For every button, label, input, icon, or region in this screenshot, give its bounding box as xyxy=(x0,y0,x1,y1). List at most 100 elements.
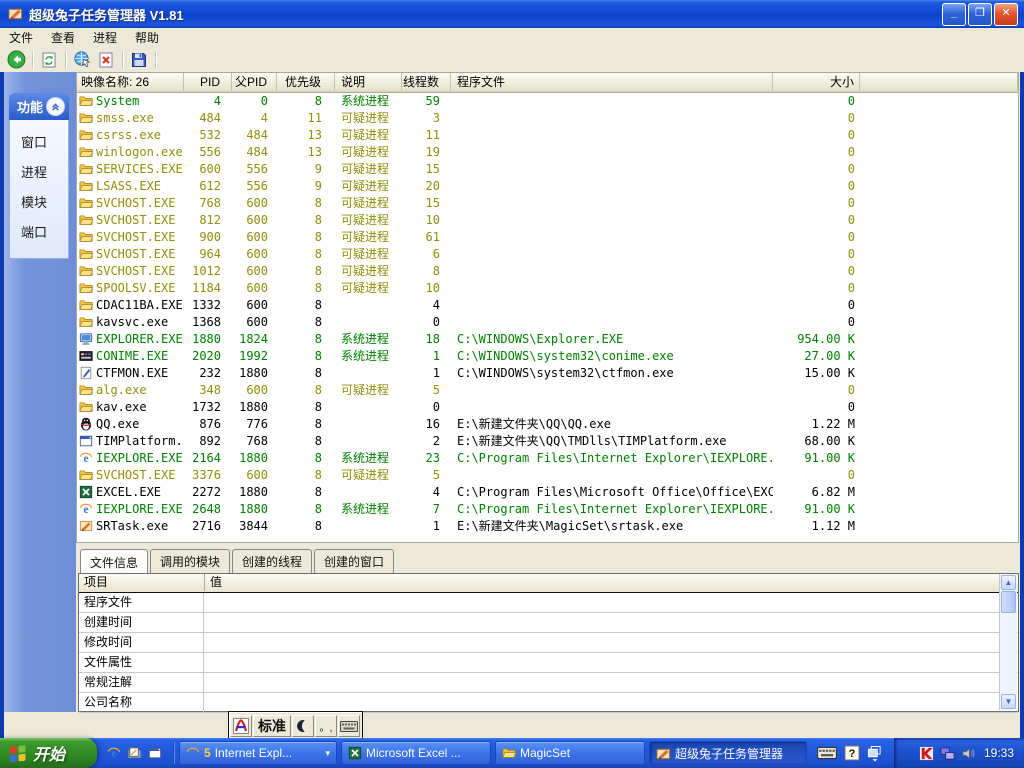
sidebar-item-module[interactable]: 模块 xyxy=(10,188,68,218)
table-row[interactable]: QQ.exe876776816E:\新建文件夹\QQ\QQ.exe1.22 M xyxy=(77,416,1018,433)
column-header-7[interactable]: 大小 xyxy=(773,73,860,91)
column-header-3[interactable]: 优先级 xyxy=(277,73,335,91)
tab-file-info[interactable]: 文件信息 xyxy=(80,549,148,574)
ime-logo-icon[interactable] xyxy=(230,715,252,737)
process-desc: 可疑进程 xyxy=(335,212,402,229)
tray-volume-icon[interactable] xyxy=(961,746,976,761)
tab-threads[interactable]: 创建的线程 xyxy=(232,549,312,573)
chevron-up-icon[interactable] xyxy=(46,97,65,116)
table-row[interactable]: SRTask.exe2716384481E:\新建文件夹\MagicSet\sr… xyxy=(77,518,1018,535)
process-name-cell: eIEXPLORE.EXE xyxy=(77,450,184,467)
back-button[interactable] xyxy=(4,49,28,71)
tab-modules[interactable]: 调用的模块 xyxy=(150,549,230,573)
table-row[interactable]: csrss.exe53248413可疑进程110 xyxy=(77,127,1018,144)
table-row[interactable]: SERVICES.EXE6005569可疑进程150 xyxy=(77,161,1018,178)
refresh-button[interactable] xyxy=(37,49,61,71)
table-row[interactable]: kavsvc.exe1368600800 xyxy=(77,314,1018,331)
menu-file[interactable]: 文件 xyxy=(0,27,42,48)
table-row[interactable]: TIMPlatform...89276882E:\新建文件夹\QQ\TMDlls… xyxy=(77,433,1018,450)
quicklaunch-show-desktop[interactable] xyxy=(127,746,142,761)
sidebar-item-process[interactable]: 进程 xyxy=(10,158,68,188)
table-row[interactable]: CTFMON.EXE232188081C:\WINDOWS\system32\c… xyxy=(77,365,1018,382)
punctuation-button[interactable]: 。, xyxy=(315,715,337,737)
close-button[interactable]: ✕ xyxy=(994,3,1018,26)
table-row[interactable]: LSASS.EXE6125569可疑进程200 xyxy=(77,178,1018,195)
table-row[interactable]: SVCHOST.EXE8126008可疑进程100 xyxy=(77,212,1018,229)
detail-row[interactable]: 文件属性 xyxy=(79,653,1018,673)
task-ie-group[interactable]: e5Internet Expl...▾ xyxy=(179,741,337,765)
task-excel[interactable]: Microsoft Excel ... xyxy=(341,741,491,765)
tray-windows-button[interactable] xyxy=(867,745,882,762)
quicklaunch-ie[interactable]: e xyxy=(107,746,121,760)
sidebar-item-window[interactable]: 窗口 xyxy=(10,128,68,158)
table-row[interactable]: SPOOLSV.EXE11846008可疑进程100 xyxy=(77,280,1018,297)
tray-network-icon[interactable] xyxy=(940,746,955,761)
kill-process-button[interactable] xyxy=(94,49,118,71)
task-rabbit-manager[interactable]: 超级兔子任务管理器 xyxy=(649,741,807,765)
table-row[interactable]: SVCHOST.EXE9646008可疑进程60 xyxy=(77,246,1018,263)
detail-row[interactable]: 修改时间 xyxy=(79,633,1018,653)
table-row[interactable]: System408系统进程590 xyxy=(77,93,1018,110)
chevron-down-icon[interactable]: ▾ xyxy=(325,748,330,759)
menu-help[interactable]: 帮助 xyxy=(126,27,168,48)
detail-col-item[interactable]: 项目 xyxy=(79,574,205,591)
column-header-2[interactable]: 父PID xyxy=(232,73,277,91)
scroll-up-button[interactable]: ▲ xyxy=(1001,575,1016,590)
tray-kaspersky-icon[interactable] xyxy=(919,746,934,761)
quicklaunch-explorer[interactable] xyxy=(148,746,162,760)
detail-row[interactable]: 常规注解 xyxy=(79,673,1018,693)
column-header-1[interactable]: PID xyxy=(184,73,232,91)
detail-row[interactable]: 程序文件 xyxy=(79,593,1018,613)
table-row[interactable]: eIEXPLORE.EXE264818808系统进程7C:\Program Fi… xyxy=(77,501,1018,518)
ime-mode-button[interactable]: 标准 xyxy=(253,715,291,737)
table-row[interactable]: winlogon.exe55648413可疑进程190 xyxy=(77,144,1018,161)
process-size: 0 xyxy=(773,467,860,484)
table-row[interactable]: kav.exe17321880800 xyxy=(77,399,1018,416)
window-right-edge xyxy=(1019,72,1024,712)
folder-icon xyxy=(79,179,93,193)
menu-view[interactable]: 查看 xyxy=(42,27,84,48)
minimize-button[interactable]: _ xyxy=(942,3,966,26)
scroll-thumb[interactable] xyxy=(1001,591,1016,613)
process-priority: 8 xyxy=(277,433,335,450)
column-header-0[interactable]: 映像名称: 26 xyxy=(77,73,184,91)
table-row[interactable]: SVCHOST.EXE7686008可疑进程150 xyxy=(77,195,1018,212)
tray-keyboard-button[interactable] xyxy=(817,746,837,760)
column-header-5[interactable]: 线程数 xyxy=(402,73,451,91)
table-row[interactable]: CDAC11BA.EXE1332600840 xyxy=(77,297,1018,314)
table-row[interactable]: SVCHOST.EXE9006008可疑进程610 xyxy=(77,229,1018,246)
scroll-down-button[interactable]: ▼ xyxy=(1001,694,1016,709)
browse-web-button[interactable] xyxy=(70,49,94,71)
table-row[interactable]: SVCHOST.EXE10126008可疑进程80 xyxy=(77,263,1018,280)
title-bar: 超级兔子任务管理器 V1.81 _ ❐ ✕ xyxy=(0,0,1024,28)
table-row[interactable]: smss.exe484411可疑进程30 xyxy=(77,110,1018,127)
column-header-8[interactable] xyxy=(860,73,1018,91)
start-button[interactable]: 开始 xyxy=(0,738,97,768)
sidebar-item-port[interactable]: 端口 xyxy=(10,218,68,248)
detail-row[interactable]: 公司名称 xyxy=(79,693,1018,713)
excel-icon xyxy=(348,746,362,760)
table-row[interactable]: CONIME.EXE202019928系统进程1C:\WINDOWS\syste… xyxy=(77,348,1018,365)
detail-col-value[interactable]: 值 xyxy=(205,574,1000,591)
kaspersky-icon xyxy=(919,746,934,761)
keyboard-icon[interactable] xyxy=(338,715,360,737)
table-row[interactable]: EXCEL.EXE2272188084C:\Program Files\Micr… xyxy=(77,484,1018,501)
table-row[interactable]: alg.exe3486008可疑进程50 xyxy=(77,382,1018,399)
save-button[interactable] xyxy=(127,49,151,71)
task-magicset[interactable]: MagicSet xyxy=(495,741,645,765)
function-header[interactable]: 功能 xyxy=(9,93,69,120)
moon-icon[interactable] xyxy=(292,715,314,737)
tray-help-button[interactable]: ? xyxy=(844,745,860,761)
menu-process[interactable]: 进程 xyxy=(84,27,126,48)
detail-rows: 程序文件创建时间修改时间文件属性常规注解公司名称 xyxy=(79,593,1018,713)
column-header-6[interactable]: 程序文件 xyxy=(451,73,773,91)
detail-scrollbar[interactable]: ▲ ▼ xyxy=(999,574,1017,710)
tab-windows[interactable]: 创建的窗口 xyxy=(314,549,394,573)
detail-row[interactable]: 创建时间 xyxy=(79,613,1018,633)
table-row[interactable]: eIEXPLORE.EXE216418808系统进程23C:\Program F… xyxy=(77,450,1018,467)
column-header-4[interactable]: 说明 xyxy=(335,73,402,91)
table-row[interactable]: SVCHOST.EXE33766008可疑进程50 xyxy=(77,467,1018,484)
table-row[interactable]: EXPLORER.EXE188018248系统进程18C:\WINDOWS\Ex… xyxy=(77,331,1018,348)
restore-button[interactable]: ❐ xyxy=(968,3,992,26)
process-name-cell: SVCHOST.EXE xyxy=(77,212,184,229)
